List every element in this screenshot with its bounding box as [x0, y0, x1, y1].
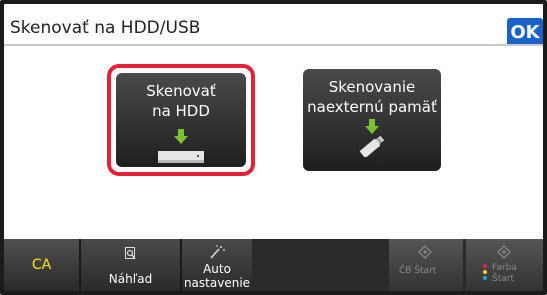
bottom-toolbar: CA Náhľad Auto nastavenie ČB Štart Farba… [4, 239, 543, 291]
color-start-button[interactable]: Farba Štart [466, 239, 543, 291]
tile-scan-external-button[interactable]: Skenovanie naexternú pamäť [303, 69, 441, 171]
ok-button[interactable]: OK [507, 18, 543, 46]
magnifier-icon [125, 247, 136, 260]
down-arrow-icon [365, 119, 379, 134]
tile-scan-hdd-selection[interactable]: Skenovať na HDD [107, 64, 255, 176]
start-icon [497, 245, 511, 259]
tile-scan-external[interactable]: Skenovanie naexternú pamäť [303, 69, 441, 171]
auto-settings-button[interactable]: Auto nastavenie [182, 239, 252, 291]
start-icon [418, 245, 432, 259]
tile-scan-hdd[interactable]: Skenovať na HDD [116, 73, 246, 167]
tile-scan-external-label: Skenovanie naexternú pamäť [307, 78, 437, 116]
tile-scan-hdd-label: Skenovať na HDD [146, 82, 216, 120]
magic-wand-icon [210, 245, 225, 259]
color-start-label: Farba Štart [492, 263, 517, 284]
color-dots-icon [483, 264, 487, 280]
hdd-icon [158, 151, 204, 163]
auto-settings-label: Auto nastavenie [183, 262, 251, 290]
bw-start-label: ČB Štart [399, 266, 437, 276]
preview-label: Náhľad [108, 272, 153, 286]
main-area: Skenovať na HDD Skenovanie naexternú pam… [4, 46, 543, 235]
preview-button[interactable]: Náhľad [81, 239, 180, 291]
usb-icon [359, 135, 385, 157]
ca-button[interactable]: CA [4, 239, 79, 291]
bw-start-button[interactable]: ČB Štart [389, 239, 463, 291]
down-arrow-icon [174, 129, 188, 144]
page-title: Skenovať na HDD/USB [10, 18, 201, 38]
